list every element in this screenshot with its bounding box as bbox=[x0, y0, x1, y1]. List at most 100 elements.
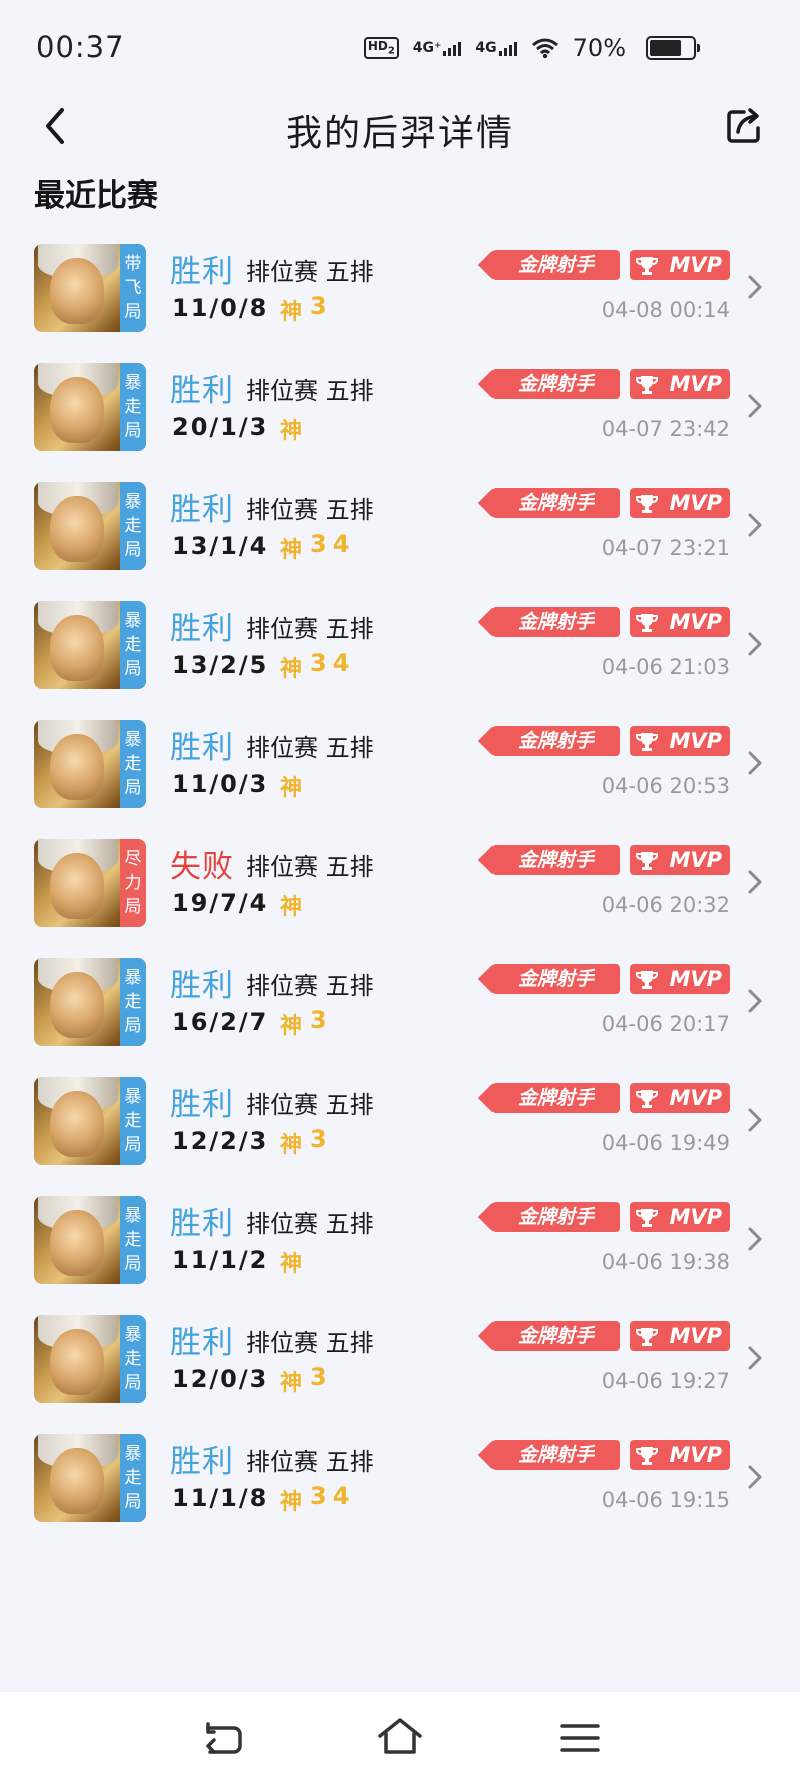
gold-shooter-badge: 金牌射手 bbox=[492, 1083, 620, 1113]
tag-char: 走 bbox=[124, 635, 142, 655]
chevron-right-icon[interactable] bbox=[746, 393, 764, 419]
mvp-badge: MVP bbox=[630, 726, 730, 756]
hero-avatar: 暴走局 bbox=[34, 1434, 146, 1522]
mvp-label: MVP bbox=[669, 1086, 722, 1110]
match-row[interactable]: 带飞局胜利 排位赛 五排 11/0/8 神 3 金牌射手 MVP 04-08 00:14 bbox=[0, 236, 800, 346]
trophy-icon bbox=[636, 852, 658, 870]
match-row[interactable]: 暴走局胜利 排位赛 五排 12/0/3 神 3 金牌射手 MVP 04-06 19:27 bbox=[0, 1307, 800, 1417]
god-badge: 神 bbox=[280, 538, 303, 563]
hero-avatar: 暴走局 bbox=[34, 601, 146, 689]
gold-shooter-badge: 金牌射手 bbox=[492, 369, 620, 399]
kill-streak-number: 3 bbox=[310, 649, 327, 677]
match-type-tag: 尽力局 bbox=[120, 839, 146, 927]
match-result: 胜利 bbox=[170, 492, 234, 528]
god-badge: 神 bbox=[280, 1014, 303, 1039]
wifi-icon bbox=[531, 38, 558, 59]
mvp-badge: MVP bbox=[630, 964, 730, 994]
tag-char: 走 bbox=[124, 1349, 142, 1369]
kill-streak-badges: 34 bbox=[310, 1482, 349, 1510]
mvp-label: MVP bbox=[669, 610, 722, 634]
chevron-right-icon[interactable] bbox=[746, 869, 764, 895]
match-row[interactable]: 暴走局胜利 排位赛 五排 16/2/7 神 3 金牌射手 MVP 04-06 20:17 bbox=[0, 950, 800, 1060]
match-type-tag: 暴走局 bbox=[120, 720, 146, 808]
match-date: 04-07 23:42 bbox=[601, 417, 730, 441]
gold-shooter-badge: 金牌射手 bbox=[492, 488, 620, 518]
tag-char: 局 bbox=[124, 1254, 142, 1274]
chevron-right-icon[interactable] bbox=[746, 1345, 764, 1371]
match-date: 04-06 20:17 bbox=[601, 1012, 730, 1036]
gold-shooter-badge: 金牌射手 bbox=[492, 726, 620, 756]
match-date: 04-08 00:14 bbox=[601, 298, 730, 322]
chevron-right-icon[interactable] bbox=[746, 988, 764, 1014]
tag-char: 暴 bbox=[124, 1206, 142, 1226]
trophy-icon bbox=[636, 733, 658, 751]
chevron-right-icon[interactable] bbox=[746, 1226, 764, 1252]
god-badge: 神 bbox=[280, 1252, 303, 1277]
mvp-badge: MVP bbox=[630, 488, 730, 518]
kill-streak-number: 3 bbox=[310, 530, 327, 558]
trophy-icon bbox=[636, 257, 658, 275]
chevron-right-icon[interactable] bbox=[746, 1107, 764, 1133]
match-type-tag: 暴走局 bbox=[120, 1196, 146, 1284]
match-type-tag: 暴走局 bbox=[120, 363, 146, 451]
tag-char: 局 bbox=[124, 421, 142, 441]
tag-char: 走 bbox=[124, 992, 142, 1012]
gold-shooter-badge: 金牌射手 bbox=[492, 845, 620, 875]
match-result: 胜利 bbox=[170, 1087, 234, 1123]
kill-streak-badges: 3 bbox=[310, 1363, 327, 1391]
match-row[interactable]: 暴走局胜利 排位赛 五排 20/1/3 神金牌射手 MVP 04-07 23:42 bbox=[0, 355, 800, 465]
chevron-right-icon[interactable] bbox=[746, 631, 764, 657]
trophy-icon bbox=[636, 1090, 658, 1108]
match-date: 04-06 19:38 bbox=[601, 1250, 730, 1274]
mvp-badge: MVP bbox=[630, 369, 730, 399]
match-type-tag: 暴走局 bbox=[120, 958, 146, 1046]
chevron-right-icon[interactable] bbox=[746, 1464, 764, 1490]
match-mode: 排位赛 五排 bbox=[246, 377, 374, 405]
mvp-badge: MVP bbox=[630, 250, 730, 280]
match-mode: 排位赛 五排 bbox=[246, 258, 374, 286]
share-button[interactable] bbox=[724, 106, 764, 146]
gold-shooter-badge: 金牌射手 bbox=[492, 1440, 620, 1470]
match-mode: 排位赛 五排 bbox=[246, 972, 374, 1000]
tag-char: 走 bbox=[124, 754, 142, 774]
match-row[interactable]: 暴走局胜利 排位赛 五排 13/2/5 神 3 4 金牌射手 MVP 04-06 21:03 bbox=[0, 593, 800, 703]
match-row[interactable]: 暴走局胜利 排位赛 五排 11/1/2 神金牌射手 MVP 04-06 19:38 bbox=[0, 1188, 800, 1298]
mvp-badge: MVP bbox=[630, 1202, 730, 1232]
match-row[interactable]: 暴走局胜利 排位赛 五排 13/1/4 神 3 4 金牌射手 MVP 04-07 23:21 bbox=[0, 474, 800, 584]
chevron-right-icon[interactable] bbox=[746, 512, 764, 538]
match-type-tag: 暴走局 bbox=[120, 482, 146, 570]
kda-score: 16/2/7 bbox=[172, 1008, 269, 1036]
trophy-icon bbox=[636, 1447, 658, 1465]
menu-nav-icon[interactable] bbox=[560, 1722, 600, 1754]
tag-char: 局 bbox=[124, 540, 142, 560]
hero-avatar: 暴走局 bbox=[34, 958, 146, 1046]
tag-char: 暴 bbox=[124, 492, 142, 512]
gold-shooter-badge: 金牌射手 bbox=[492, 1321, 620, 1351]
page-title: 我的后羿详情 bbox=[285, 113, 514, 154]
mvp-label: MVP bbox=[669, 372, 722, 396]
back-nav-icon[interactable] bbox=[200, 1722, 244, 1758]
hero-avatar: 尽力局 bbox=[34, 839, 146, 927]
trophy-icon bbox=[636, 1209, 658, 1227]
match-date: 04-06 19:15 bbox=[601, 1488, 730, 1512]
mvp-label: MVP bbox=[669, 1205, 722, 1229]
mvp-label: MVP bbox=[669, 967, 722, 991]
hero-avatar: 暴走局 bbox=[34, 1196, 146, 1284]
tag-char: 局 bbox=[124, 897, 142, 917]
match-date: 04-07 23:21 bbox=[601, 536, 730, 560]
tag-char: 尽 bbox=[124, 849, 142, 869]
match-row[interactable]: 暴走局胜利 排位赛 五排 12/2/3 神 3 金牌射手 MVP 04-06 19:49 bbox=[0, 1069, 800, 1179]
trophy-icon bbox=[636, 495, 658, 513]
chevron-right-icon[interactable] bbox=[746, 750, 764, 776]
home-nav-icon[interactable] bbox=[376, 1716, 424, 1758]
match-date: 04-06 19:49 bbox=[601, 1131, 730, 1155]
battery-percent: 70% bbox=[572, 34, 626, 62]
mvp-label: MVP bbox=[669, 848, 722, 872]
kill-streak-badges: 34 bbox=[310, 649, 349, 677]
match-row[interactable]: 暴走局胜利 排位赛 五排 11/1/8 神 3 4 金牌射手 MVP 04-06 19:15 bbox=[0, 1426, 800, 1536]
kill-streak-number: 4 bbox=[332, 530, 350, 558]
chevron-right-icon[interactable] bbox=[746, 274, 764, 300]
signal-4g-plus-icon: 4G⁺ bbox=[413, 40, 462, 56]
match-row[interactable]: 尽力局失败 排位赛 五排 19/7/4 神金牌射手 MVP 04-06 20:32 bbox=[0, 831, 800, 941]
match-row[interactable]: 暴走局胜利 排位赛 五排 11/0/3 神金牌射手 MVP 04-06 20:53 bbox=[0, 712, 800, 822]
